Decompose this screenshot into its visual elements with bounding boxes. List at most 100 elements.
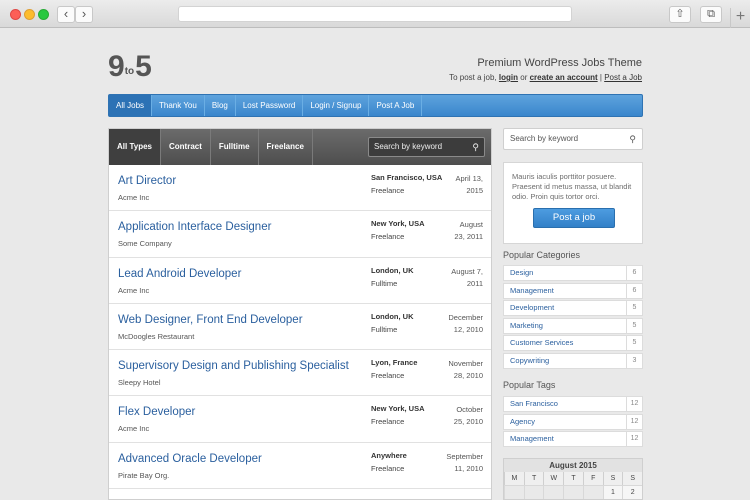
job-location: Anywhere	[371, 450, 407, 460]
back-button[interactable]: ‹	[57, 6, 75, 23]
category-name: Design	[510, 268, 534, 277]
tag-item[interactable]: Management 12	[503, 431, 643, 447]
post-job-link[interactable]: Post a Job	[604, 73, 642, 82]
nav-post-a-job[interactable]: Post A Job	[369, 95, 423, 116]
job-title[interactable]: Supervisory Design and Publishing Specia…	[118, 360, 349, 372]
job-company: Acme Inc	[118, 424, 150, 434]
job-row[interactable]: Application Interface Designer Some Comp…	[109, 211, 491, 258]
category-name: Marketing	[510, 320, 543, 330]
job-type: Freelance	[371, 371, 405, 381]
job-keyword-search-input[interactable]: Search by keyword ⚲	[368, 137, 485, 157]
promo-text: Mauris iaculis porttitor posuere. Praese…	[512, 172, 632, 201]
show-tabs-button[interactable]: ⧉	[700, 6, 722, 23]
job-listing-panel: All Types Contract Fulltime Freelance Se…	[108, 128, 492, 500]
nav-login-signup[interactable]: Login / Signup	[303, 95, 370, 116]
logo-to: to	[124, 66, 135, 78]
nav-thank-you[interactable]: Thank You	[152, 95, 205, 116]
calendar-weekdays: M T W T F S S	[504, 472, 643, 485]
separator: |	[599, 73, 602, 82]
category-item[interactable]: Management 6	[503, 282, 643, 299]
job-location: London, UK	[371, 311, 414, 321]
filter-all-types[interactable]: All Types	[109, 129, 161, 165]
zoom-window-button[interactable]	[38, 9, 49, 20]
category-count: 5	[626, 301, 642, 315]
close-window-button[interactable]	[10, 9, 21, 20]
job-date: November 28, 2010	[433, 358, 483, 382]
job-date-line1: October	[456, 405, 483, 415]
post-job-prompt: To post a job, login or create an accoun…	[449, 73, 642, 82]
weekday: M	[504, 472, 524, 485]
job-date-line2: 12, 2010	[453, 324, 483, 334]
search-icon[interactable]: ⚲	[472, 138, 479, 156]
logo-nine: 9	[108, 50, 125, 83]
site-logo[interactable]: 9to5	[108, 50, 152, 84]
filter-fulltime[interactable]: Fulltime	[211, 129, 259, 165]
nav-blog[interactable]: Blog	[205, 95, 236, 116]
minimize-window-button[interactable]	[24, 9, 35, 20]
job-row[interactable]: Advanced Oracle Developer Pirate Bay Org…	[109, 443, 491, 490]
category-item[interactable]: Marketing 5	[503, 317, 643, 334]
login-link[interactable]: login	[499, 73, 518, 82]
calendar-day[interactable]: 1	[602, 485, 623, 499]
job-date-line1: August	[459, 220, 483, 230]
job-title[interactable]: Art Director	[118, 175, 176, 187]
browser-toolbar: ‹ › ⇧ ⧉ +	[0, 0, 750, 28]
calendar-widget: August 2015 M T W T F S S 1 2	[503, 458, 643, 500]
job-row[interactable]: Art Director Acme Inc San Francisco, USA…	[109, 165, 491, 212]
post-prompt-text: To post a job,	[449, 73, 497, 82]
tag-count: 12	[626, 414, 642, 429]
nav-lost-password[interactable]: Lost Password	[236, 95, 304, 116]
sidebar-search-input[interactable]: Search by keyword ⚲	[503, 128, 643, 150]
job-title[interactable]: Flex Developer	[118, 406, 195, 418]
job-type: Freelance	[371, 232, 405, 242]
job-date-line2: 11, 2010	[454, 463, 483, 473]
job-date: August 7, 2011	[433, 266, 483, 290]
search-icon[interactable]: ⚲	[629, 129, 636, 149]
category-count: 6	[626, 266, 642, 280]
job-date-line1: April 13,	[455, 174, 483, 183]
job-date: April 13, 2015	[433, 173, 483, 197]
job-date-line1: December	[448, 312, 483, 322]
post-job-promo: Mauris iaculis porttitor posuere. Praese…	[503, 162, 643, 244]
filter-freelance[interactable]: Freelance	[259, 129, 313, 165]
new-tab-button[interactable]: +	[730, 8, 750, 28]
job-title[interactable]: Lead Android Developer	[118, 268, 241, 280]
job-title[interactable]: Application Interface Designer	[118, 221, 271, 233]
job-date: September 11, 2010	[433, 451, 483, 475]
tag-item[interactable]: San Francisco 12	[503, 396, 643, 412]
category-count: 5	[626, 318, 642, 333]
share-button[interactable]: ⇧	[669, 6, 691, 23]
category-count: 6	[626, 283, 642, 298]
job-row[interactable]: Supervisory Design and Publishing Specia…	[109, 350, 491, 397]
category-item[interactable]: Customer Services 5	[503, 335, 643, 351]
tag-count: 12	[626, 397, 642, 411]
job-title[interactable]: Web Designer, Front End Developer	[118, 314, 303, 326]
job-date: October 25, 2010	[433, 404, 483, 428]
nav-all-jobs[interactable]: All Jobs	[109, 95, 153, 116]
job-row[interactable]: Web Designer, Front End Developer McDoog…	[109, 304, 491, 351]
job-date-line1: November	[448, 359, 483, 369]
filter-contract[interactable]: Contract	[161, 129, 211, 165]
create-account-link[interactable]: create an account	[530, 73, 598, 82]
job-location: San Francisco, USA	[371, 173, 443, 182]
tag-item[interactable]: Agency 12	[503, 413, 643, 430]
job-company: Acme Inc	[118, 193, 150, 202]
job-row[interactable]: Lead Android Developer Acme Inc London, …	[109, 258, 491, 304]
job-title[interactable]: Advanced Oracle Developer	[118, 453, 262, 465]
job-row[interactable]: Flex Developer Acme Inc New York, USA Fr…	[109, 396, 491, 443]
tag-name: Management	[510, 434, 554, 443]
job-date-line2: 2011	[466, 278, 483, 288]
calendar-day[interactable]: 2	[622, 485, 643, 499]
category-item[interactable]: Copywriting 3	[503, 352, 643, 369]
job-location: New York, USA	[371, 404, 425, 414]
category-item[interactable]: Development 5	[503, 300, 643, 316]
job-type: Fulltime	[371, 278, 398, 288]
post-job-button[interactable]: Post a job	[533, 208, 615, 228]
forward-button[interactable]: ›	[75, 6, 93, 23]
calendar-empty-day	[543, 485, 564, 499]
job-keyword-placeholder: Search by keyword	[374, 142, 443, 151]
job-date-line2: 25, 2010	[453, 417, 483, 427]
address-bar[interactable]	[178, 6, 572, 22]
categories-list: Design 6 Management 6 Development 5 Marketi…	[503, 265, 643, 370]
category-item[interactable]: Design 6	[503, 265, 643, 281]
